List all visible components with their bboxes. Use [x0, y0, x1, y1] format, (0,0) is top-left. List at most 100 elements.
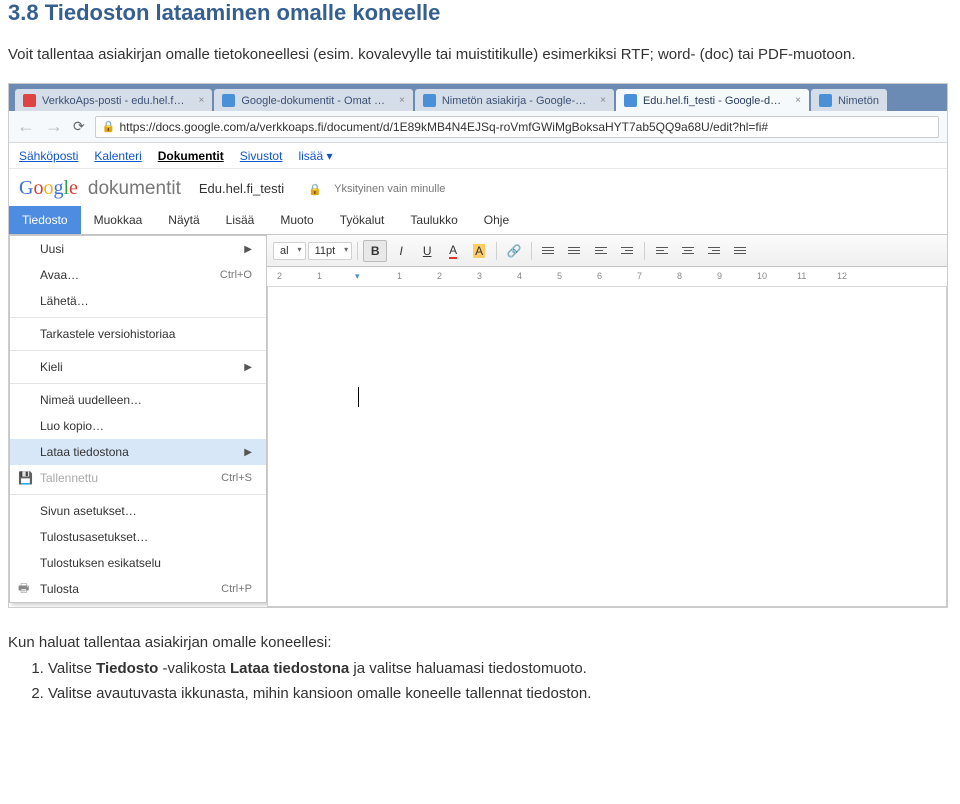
file-menu: Uusi ▶ Avaa… Ctrl+O Lähetä… Tarkastele v… — [9, 235, 267, 603]
save-icon: 💾 — [18, 471, 33, 485]
reload-icon[interactable]: ⟳ — [73, 118, 85, 135]
ruler-tick: 2 — [277, 271, 282, 281]
shortcut-label: Ctrl+S — [221, 472, 252, 484]
menu-item-send[interactable]: Lähetä… — [10, 288, 266, 314]
ruler-indent-marker[interactable]: ▾ — [355, 271, 360, 282]
menu-item-printpreview[interactable]: Tulostuksen esikatselu — [10, 550, 266, 576]
section-heading: 3.8 Tiedoston lataaminen omalle koneelle — [8, 0, 952, 26]
back-icon[interactable]: ← — [17, 116, 35, 137]
forward-icon[interactable]: → — [45, 116, 63, 137]
italic-button[interactable]: I — [389, 240, 413, 262]
instruction-intro: Kun haluat tallentaa asiakirjan omalle k… — [8, 632, 952, 654]
menu-item-printsettings[interactable]: Tulostusasetukset… — [10, 524, 266, 550]
style-select[interactable]: al — [273, 242, 306, 260]
separator — [644, 242, 645, 260]
browser-tab[interactable]: Nimetön — [811, 89, 887, 111]
menu-format[interactable]: Muoto — [267, 206, 326, 234]
screenshot: VerkkoAps-posti - edu.hel.f… × Google-do… — [8, 83, 948, 608]
menu-item-saved: 💾 Tallennettu Ctrl+S — [10, 465, 266, 491]
browser-tab[interactable]: Google-dokumentit - Omat … × — [214, 89, 413, 111]
menu-help[interactable]: Ohje — [471, 206, 522, 234]
docs-icon — [222, 94, 235, 107]
tab-label: VerkkoAps-posti - edu.hel.f… — [42, 95, 184, 107]
menu-item-new[interactable]: Uusi ▶ — [10, 236, 266, 262]
align-center-button[interactable] — [676, 240, 700, 262]
document-page[interactable] — [267, 287, 947, 607]
appbar-link-sites[interactable]: Sivustot — [240, 149, 283, 163]
docs-icon — [624, 94, 637, 107]
chevron-right-icon: ▶ — [244, 447, 252, 458]
bullet-list-button[interactable] — [563, 240, 587, 262]
highlight-button[interactable]: A — [467, 240, 491, 262]
menu-table[interactable]: Taulukko — [397, 206, 470, 234]
separator — [496, 242, 497, 260]
instruction-step: Valitse avautuvasta ikkunasta, mihin kan… — [48, 683, 952, 705]
underline-button[interactable]: U — [415, 240, 439, 262]
chevron-right-icon: ▶ — [244, 362, 252, 373]
menu-insert[interactable]: Lisää — [213, 206, 268, 234]
menu-item-copy[interactable]: Luo kopio… — [10, 413, 266, 439]
align-right-button[interactable] — [702, 240, 726, 262]
close-icon[interactable]: × — [399, 95, 405, 106]
menu-item-open[interactable]: Avaa… Ctrl+O — [10, 262, 266, 288]
appbar-link-docs[interactable]: Dokumentit — [158, 149, 224, 163]
appbar-more[interactable]: lisää ▾ — [298, 149, 332, 163]
menu-item-download[interactable]: Lataa tiedostona ▶ — [10, 439, 266, 465]
separator — [10, 494, 266, 495]
lock-icon: 🔒 — [308, 183, 320, 195]
appbar-link-mail[interactable]: Sähköposti — [19, 149, 78, 163]
separator — [10, 383, 266, 384]
close-icon[interactable]: × — [600, 95, 606, 106]
fontsize-select[interactable]: 11pt — [308, 242, 353, 260]
numbered-list-button[interactable] — [537, 240, 561, 262]
textcolor-button[interactable]: A — [441, 240, 465, 262]
menu-item-rename[interactable]: Nimeä uudelleen… — [10, 387, 266, 413]
browser-urlbar: ← → ⟳ 🔒 https://docs.google.com/a/verkko… — [9, 111, 947, 143]
menu-edit[interactable]: Muokkaa — [81, 206, 156, 234]
lock-icon: 🔒 — [102, 120, 116, 133]
indent-button[interactable] — [615, 240, 639, 262]
document-area: 2 1 ▾ 1 2 3 4 5 6 7 8 9 10 11 12 — [267, 267, 947, 607]
menu-item-language[interactable]: Kieli ▶ — [10, 354, 266, 380]
menu-item-label: Kieli — [40, 360, 63, 374]
text-cursor — [358, 387, 359, 407]
menu-item-label: Uusi — [40, 242, 64, 256]
ruler-tick: 11 — [797, 271, 806, 281]
link-button[interactable]: 🔗 — [502, 240, 526, 262]
separator — [10, 350, 266, 351]
browser-tab[interactable]: VerkkoAps-posti - edu.hel.f… × — [15, 89, 212, 111]
docs-label: dokumentit — [88, 178, 181, 200]
menu-item-print[interactable]: 🖶 Tulosta Ctrl+P — [10, 576, 266, 602]
close-icon[interactable]: × — [198, 95, 204, 106]
separator — [357, 242, 358, 260]
intro-paragraph: Voit tallentaa asiakirjan omalle tietoko… — [8, 44, 952, 65]
url-input[interactable]: 🔒 https://docs.google.com/a/verkkoaps.fi… — [95, 116, 939, 138]
ruler-tick: 2 — [437, 271, 442, 281]
menu-item-history[interactable]: Tarkastele versiohistoriaa — [10, 321, 266, 347]
ruler[interactable]: 2 1 ▾ 1 2 3 4 5 6 7 8 9 10 11 12 — [267, 267, 947, 287]
menu-item-label: Lähetä… — [40, 294, 89, 308]
ruler-tick: 4 — [517, 271, 522, 281]
close-icon[interactable]: × — [795, 95, 801, 106]
menu-tools[interactable]: Työkalut — [327, 206, 398, 234]
menu-item-label: Luo kopio… — [40, 419, 104, 433]
url-text: https://docs.google.com/a/verkkoaps.fi/d… — [119, 120, 768, 134]
menu-file[interactable]: Tiedosto — [9, 206, 81, 234]
ruler-tick: 9 — [717, 271, 722, 281]
align-justify-button[interactable] — [728, 240, 752, 262]
separator — [531, 242, 532, 260]
tab-label: Nimetön asiakirja - Google-… — [442, 95, 586, 107]
menu-item-pagesetup[interactable]: Sivun asetukset… — [10, 498, 266, 524]
menu-view[interactable]: Näytä — [155, 206, 212, 234]
browser-tab[interactable]: Nimetön asiakirja - Google-… × — [415, 89, 614, 111]
align-left-button[interactable] — [650, 240, 674, 262]
browser-tab-active[interactable]: Edu.hel.fi_testi - Google-d… × — [616, 89, 809, 111]
shortcut-label: Ctrl+O — [220, 269, 252, 281]
bold-button[interactable]: B — [363, 240, 387, 262]
header: Google dokumentit Edu.hel.fi_testi 🔒 Yks… — [9, 169, 947, 206]
appbar-link-calendar[interactable]: Kalenteri — [94, 149, 141, 163]
outdent-button[interactable] — [589, 240, 613, 262]
doc-title[interactable]: Edu.hel.fi_testi — [199, 181, 284, 196]
tab-label: Edu.hel.fi_testi - Google-d… — [643, 95, 781, 107]
menu-item-label: Tallennettu — [40, 471, 98, 485]
